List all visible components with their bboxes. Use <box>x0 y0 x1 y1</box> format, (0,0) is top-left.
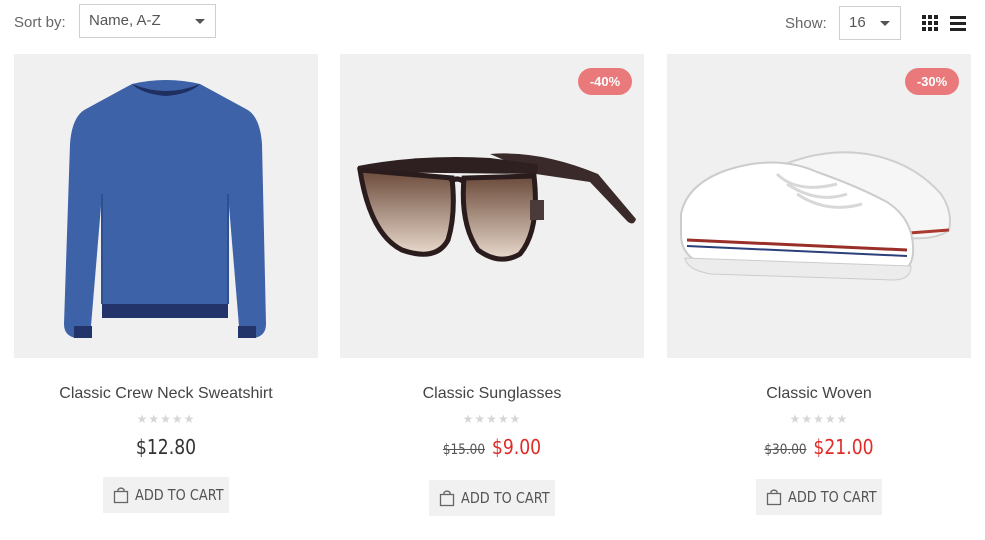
toolbar: Sort by: Name, A-Z Show: 16 <box>0 0 985 46</box>
add-to-cart-button[interactable]: ADD TO CART <box>429 480 555 516</box>
product-title[interactable]: Classic Sunglasses <box>340 385 644 403</box>
sweatshirt-image <box>64 80 266 338</box>
shopping-bag-icon <box>766 489 782 506</box>
sale-price: $9.00 <box>491 435 542 459</box>
shopping-bag-icon <box>113 487 129 504</box>
product-price: $12.80 <box>135 435 197 459</box>
old-price: $15.00 <box>442 442 485 458</box>
product-card: -40% Classic Sunglasses ★★★★★ $15.00 $9.0… <box>340 54 644 516</box>
sort-label: Sort by: <box>14 14 66 31</box>
show-label: Show: <box>785 15 827 32</box>
add-to-cart-button[interactable]: ADD TO CART <box>756 479 882 515</box>
rating-stars: ★★★★★ <box>789 412 849 426</box>
add-to-cart-label: ADD TO CART <box>788 488 877 506</box>
add-to-cart-label: ADD TO CART <box>461 489 550 507</box>
product-image[interactable] <box>14 54 318 358</box>
product-image[interactable]: -40% <box>340 54 644 358</box>
product-title[interactable]: Classic Woven <box>667 385 971 403</box>
chevron-down-icon <box>195 19 205 24</box>
list-view-icon[interactable] <box>949 14 967 32</box>
price-row: $15.00 $9.00 <box>361 435 622 459</box>
price-row: $30.00 $21.00 <box>688 435 949 459</box>
rating-stars: ★★★★★ <box>462 412 522 426</box>
rating-stars: ★★★★★ <box>136 412 196 426</box>
shopping-bag-icon <box>439 490 455 507</box>
old-price: $30.00 <box>764 442 807 458</box>
price-row: $12.80 <box>35 435 296 459</box>
sort-value: Name, A-Z <box>89 12 161 29</box>
add-to-cart-label: ADD TO CART <box>135 486 224 504</box>
sneakers-image <box>680 151 951 281</box>
discount-badge: -30% <box>905 68 959 95</box>
product-card: -30% Classic Woven ★★★★★ $30.00 $21.00 AD… <box>667 54 971 515</box>
chevron-down-icon <box>880 21 890 26</box>
sunglasses-image <box>357 153 636 262</box>
product-card: Classic Crew Neck Sweatshirt ★★★★★ $12.8… <box>14 54 318 513</box>
add-to-cart-button[interactable]: ADD TO CART <box>103 477 229 513</box>
product-image[interactable]: -30% <box>667 54 971 358</box>
sort-select[interactable]: Name, A-Z <box>79 4 216 38</box>
sale-price: $21.00 <box>813 435 874 459</box>
show-value: 16 <box>849 14 866 31</box>
discount-badge: -40% <box>578 68 632 95</box>
product-title[interactable]: Classic Crew Neck Sweatshirt <box>14 385 318 403</box>
grid-view-icon[interactable] <box>921 14 939 32</box>
show-select[interactable]: 16 <box>839 6 901 40</box>
